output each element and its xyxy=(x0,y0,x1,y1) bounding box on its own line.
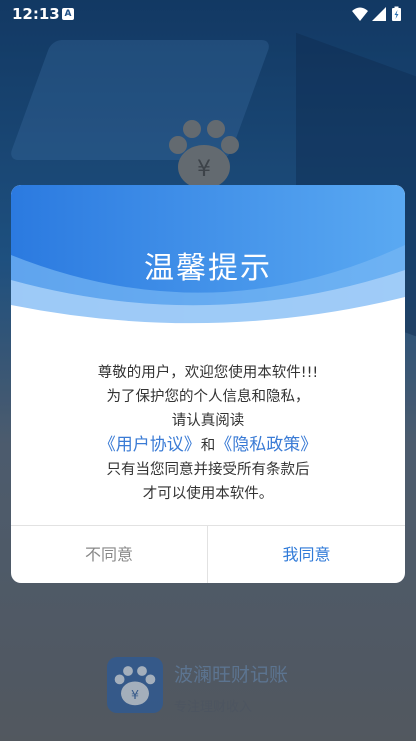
policy-links-line: 《用户协议》和《隐私政策》 xyxy=(11,433,405,458)
dialog-text-line: 只有当您同意并接受所有条款后 xyxy=(106,462,310,478)
signal-icon xyxy=(372,7,386,21)
and-text: 和 xyxy=(200,438,216,454)
app-logo-icon: ¥ xyxy=(107,657,163,713)
privacy-policy-link[interactable]: 《隐私政策》 xyxy=(215,435,317,455)
user-agreement-link[interactable]: 《用户协议》 xyxy=(99,435,201,455)
wifi-icon xyxy=(352,7,368,21)
dialog-body: 尊敬的用户，欢迎您使用本软件!!! 为了保护您的个人信息和隐私， 请认真阅读 《… xyxy=(11,361,405,506)
dialog-text-line: 才可以使用本软件。 xyxy=(142,486,274,502)
status-time: 12:13 xyxy=(12,5,60,23)
dialog-text-line: 请认真阅读 xyxy=(171,413,245,429)
disagree-button[interactable]: 不同意 xyxy=(11,526,208,583)
agree-button[interactable]: 我同意 xyxy=(208,526,405,583)
app-slogan: 专注理财收入 xyxy=(174,700,253,715)
notification-badge-icon: A xyxy=(62,8,74,20)
battery-charging-icon xyxy=(392,6,401,21)
dialog-header: 温馨提示 xyxy=(11,185,405,335)
dialog-text-line: 尊敬的用户，欢迎您使用本软件!!! xyxy=(97,365,319,381)
privacy-dialog: 温馨提示 尊敬的用户，欢迎您使用本软件!!! 为了保护您的个人信息和隐私， 请认… xyxy=(11,185,405,583)
dialog-footer: 不同意 我同意 xyxy=(11,525,405,583)
svg-text:¥: ¥ xyxy=(131,687,139,702)
status-bar: 12:13 A xyxy=(0,0,416,28)
status-icons xyxy=(352,6,401,21)
dialog-text-line: 为了保护您的个人信息和隐私， xyxy=(106,389,310,405)
dialog-title: 温馨提示 xyxy=(144,251,272,286)
app-name: 波澜旺财记账 xyxy=(174,664,289,686)
